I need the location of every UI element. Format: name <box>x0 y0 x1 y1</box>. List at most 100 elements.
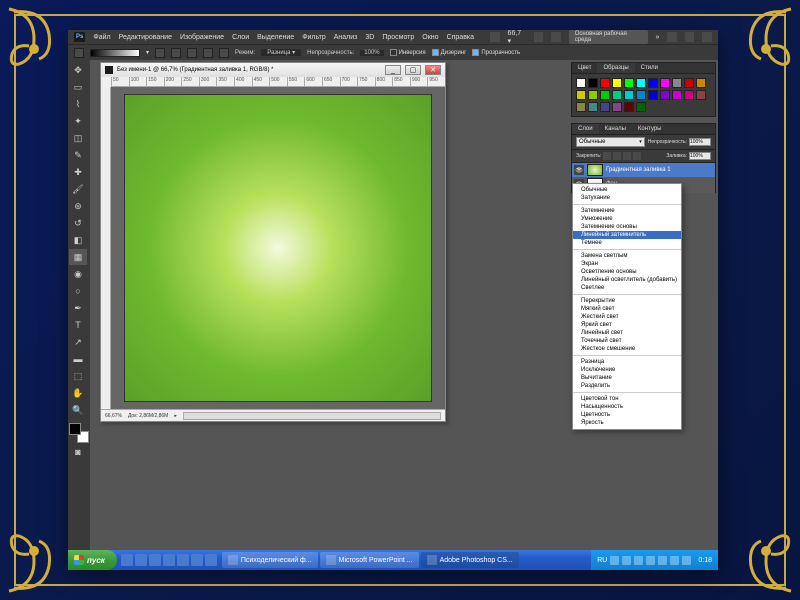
menu-select[interactable]: Выделение <box>257 34 294 41</box>
color-swatch[interactable] <box>684 78 694 88</box>
color-swatch[interactable] <box>612 78 622 88</box>
tab-paths[interactable]: Контуры <box>632 124 668 134</box>
start-button[interactable]: пуск <box>68 550 117 570</box>
crop-tool-icon[interactable]: ◫ <box>69 130 87 146</box>
blend-mode-item[interactable]: Умножение <box>573 215 681 223</box>
dither-checkbox[interactable]: Дизеринг <box>432 49 467 56</box>
blend-mode-item[interactable]: Темнее <box>573 239 681 247</box>
color-swatch[interactable] <box>576 90 586 100</box>
view-extras-icon[interactable] <box>534 32 544 42</box>
blend-mode-item[interactable]: Цветовой тон <box>573 395 681 403</box>
zoom-level[interactable]: 66,7 ▾ <box>508 30 526 45</box>
ql-icon-7[interactable] <box>205 554 217 566</box>
tab-styles[interactable]: Стили <box>635 63 664 73</box>
color-swatch[interactable] <box>612 102 622 112</box>
workspace-more-icon[interactable]: » <box>656 34 660 41</box>
lock-position-icon[interactable] <box>623 152 631 160</box>
menu-edit[interactable]: Редактирование <box>119 34 172 41</box>
blend-mode-item[interactable]: Обычные <box>573 186 681 194</box>
ql-icon-5[interactable] <box>177 554 189 566</box>
tray-icon-5[interactable] <box>658 556 667 565</box>
gradient-tool-icon[interactable]: ▦ <box>69 249 87 265</box>
color-swatch[interactable] <box>588 90 598 100</box>
color-swatch[interactable] <box>588 102 598 112</box>
lock-image-icon[interactable] <box>613 152 621 160</box>
menu-window[interactable]: Окно <box>422 34 438 41</box>
dodge-tool-icon[interactable]: ○ <box>69 283 87 299</box>
opacity-input[interactable]: 100% <box>360 50 383 56</box>
doc-close-button[interactable]: ✕ <box>425 65 441 75</box>
blend-mode-item[interactable]: Яркий свет <box>573 321 681 329</box>
gradient-linear-icon[interactable] <box>155 48 165 58</box>
tray-icon-6[interactable] <box>670 556 679 565</box>
minimize-icon[interactable] <box>667 32 677 42</box>
ql-icon-1[interactable] <box>121 554 133 566</box>
eraser-tool-icon[interactable]: ◧ <box>69 232 87 248</box>
layer-thumb[interactable] <box>587 164 603 176</box>
canvas-viewport[interactable] <box>111 87 445 409</box>
transparency-checkbox[interactable]: Прозрачность <box>472 49 520 56</box>
color-swatch[interactable] <box>648 90 658 100</box>
inverse-checkbox[interactable]: Инверсия <box>390 49 426 56</box>
taskbar-task[interactable]: Microsoft PowerPoint ... <box>320 552 419 568</box>
gradient-radial-icon[interactable] <box>171 48 181 58</box>
color-swatch[interactable] <box>672 90 682 100</box>
menu-file[interactable]: Файл <box>93 34 110 41</box>
layer-row[interactable]: 👁Градиентная заливка 1 <box>572 163 715 177</box>
gradient-angle-icon[interactable] <box>187 48 197 58</box>
blur-tool-icon[interactable]: ◉ <box>69 266 87 282</box>
color-swatch[interactable] <box>624 90 634 100</box>
blend-mode-item[interactable]: Точечный свет <box>573 337 681 345</box>
ql-icon-6[interactable] <box>191 554 203 566</box>
brush-tool-icon[interactable]: 🖌 <box>69 181 87 197</box>
color-swatch[interactable] <box>684 90 694 100</box>
3d-tool-icon[interactable]: ⬚ <box>69 368 87 384</box>
eyedropper-tool-icon[interactable]: ✎ <box>69 147 87 163</box>
screen-mode-icon[interactable] <box>551 32 561 42</box>
layer-fill-input[interactable] <box>689 152 711 160</box>
color-swatch[interactable] <box>624 102 634 112</box>
lasso-tool-icon[interactable]: ⌇ <box>69 96 87 112</box>
blend-mode-item[interactable]: Перекрытие <box>573 297 681 305</box>
menu-3d[interactable]: 3D <box>365 34 374 41</box>
gradient-preview[interactable] <box>90 49 140 57</box>
tab-channels[interactable]: Каналы <box>599 124 632 134</box>
blend-mode-item[interactable]: Мягкий свет <box>573 305 681 313</box>
close-icon[interactable] <box>702 32 712 42</box>
blend-mode-item[interactable]: Экран <box>573 260 681 268</box>
color-swatch[interactable] <box>600 90 610 100</box>
layer-opacity-input[interactable] <box>689 138 711 146</box>
tab-swatches[interactable]: Образцы <box>597 63 634 73</box>
tray-icon-3[interactable] <box>634 556 643 565</box>
taskbar-task[interactable]: Психоделический ф... <box>222 552 318 568</box>
doc-maximize-button[interactable]: ▢ <box>405 65 421 75</box>
color-swatch[interactable] <box>600 78 610 88</box>
fg-bg-color[interactable] <box>69 423 89 443</box>
ruler-vertical[interactable] <box>101 87 111 409</box>
color-swatch[interactable] <box>600 102 610 112</box>
tab-color[interactable]: Цвет <box>572 63 597 73</box>
lock-all-icon[interactable] <box>633 152 641 160</box>
menu-view[interactable]: Просмотр <box>382 34 414 41</box>
clock[interactable]: 0:18 <box>694 557 712 564</box>
color-swatch[interactable] <box>636 102 646 112</box>
pen-tool-icon[interactable]: ✒ <box>69 300 87 316</box>
blend-mode-select[interactable]: Обычные▾ <box>576 137 645 147</box>
gradient-picker-arrow-icon[interactable]: ▾ <box>146 49 149 56</box>
horizontal-scrollbar[interactable] <box>183 412 441 420</box>
color-swatch[interactable] <box>696 78 706 88</box>
workspace-switcher[interactable]: Основная рабочая среда <box>569 30 648 44</box>
ql-icon-3[interactable] <box>149 554 161 566</box>
maximize-icon[interactable] <box>685 32 695 42</box>
zoom-tool-icon[interactable]: 🔍 <box>69 402 87 418</box>
type-tool-icon[interactable]: T <box>69 317 87 333</box>
tab-layers[interactable]: Слои <box>572 124 599 134</box>
menu-help[interactable]: Справка <box>447 34 474 41</box>
blend-mode-item[interactable]: Вычитание <box>573 374 681 382</box>
wand-tool-icon[interactable]: ✦ <box>69 113 87 129</box>
tray-icon-1[interactable] <box>610 556 619 565</box>
quickmask-icon[interactable]: ◙ <box>69 444 87 460</box>
menu-filter[interactable]: Фильтр <box>302 34 326 41</box>
blend-mode-item[interactable]: Исключение <box>573 366 681 374</box>
taskbar-task[interactable]: Adobe Photoshop CS... <box>421 552 519 568</box>
